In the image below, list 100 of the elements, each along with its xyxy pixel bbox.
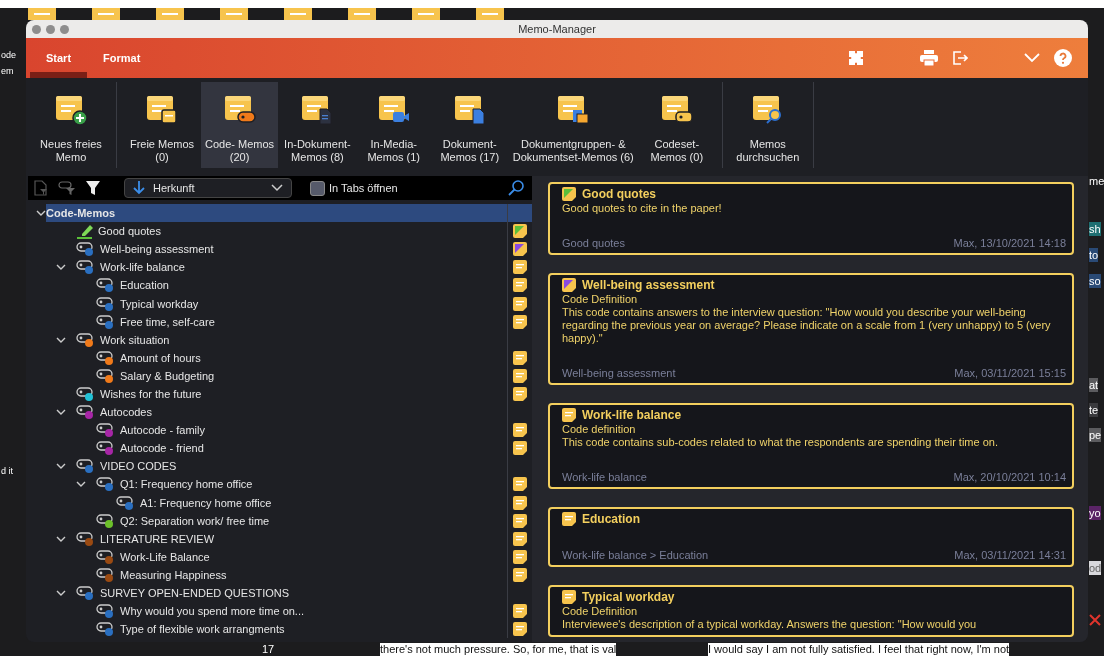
tree-item[interactable]: Wishes for the future [28, 384, 532, 404]
memo-icon[interactable] [562, 590, 576, 604]
tree-item[interactable]: Autocode - friend [28, 439, 532, 458]
memo-card[interactable]: Typical workday Code Definition Interviewee's description of a typical workday. Answers the question: "How would you [548, 585, 1074, 637]
memo-icon[interactable] [513, 495, 527, 510]
ribbon-button[interactable]: In-Dokument- Memos (8) [280, 82, 355, 168]
minimize-button[interactable] [46, 24, 55, 34]
memo-icon[interactable] [562, 408, 576, 422]
memo-icon[interactable] [513, 549, 527, 564]
ribbon-tab[interactable]: Start [30, 38, 88, 78]
line-number: 17 [262, 643, 275, 656]
search-icon[interactable] [508, 180, 524, 196]
ribbon-button[interactable]: Code- Memos (20) [201, 82, 279, 168]
memo-text: This code contains sub-codes related to what the respondents are spending their time on. [562, 436, 999, 449]
tree-item[interactable]: Work-Life Balance [28, 547, 532, 566]
text-fragment: yo [1089, 506, 1101, 520]
memo-icon[interactable] [513, 296, 527, 311]
text-fragment: pe [1089, 428, 1102, 442]
memo-text: Interviewee's description of a typical workday. Answers the question: "How would you [562, 618, 978, 631]
help-icon[interactable] [1054, 49, 1072, 67]
transcript-text: I would say I am not fully satisfied. I feel that right now, I'm not [708, 643, 1010, 656]
memo-text: This code contains answers to the interview question: "How would you describe your well-being regarding the previous year on average? Please indicate on a scale from 1 (very unhappy) to 5 (very happy)." [562, 306, 1052, 345]
ribbon-button[interactable]: Neues freies Memo [34, 82, 108, 168]
checkbox[interactable] [310, 180, 325, 196]
memo-author-date: Max, 20/10/2021 10:14 [953, 471, 1066, 483]
tree-item[interactable]: Q2: Separation work/ free time [28, 511, 532, 530]
tree-item[interactable]: Autocode - family [28, 421, 532, 440]
memo-icon[interactable] [513, 567, 527, 582]
text-fragment: at [1089, 378, 1099, 392]
memo-author-date: Max, 03/11/2021 15:15 [954, 367, 1066, 379]
ribbon-button[interactable]: In-Media- Memos (1) [356, 82, 431, 168]
memo-author-date: Max, 13/10/2021 14:18 [953, 237, 1066, 249]
memo-source: Well-being assessment [562, 367, 676, 379]
memo-title: Typical workday [582, 589, 675, 605]
text-fragment: d it [1, 466, 13, 476]
tree-item[interactable]: A1: Frequency home office [28, 493, 532, 512]
memo-icon[interactable] [562, 278, 576, 292]
memo-subtitle: Code Definition [562, 605, 639, 618]
memo-icon[interactable] [513, 224, 527, 239]
memo-card[interactable] [548, 273, 1074, 385]
tree-item[interactable]: Amount of hours [28, 348, 532, 367]
filter-document-icon[interactable] [34, 180, 48, 196]
memo-icon[interactable] [562, 512, 576, 526]
puzzle-icon[interactable] [848, 50, 864, 66]
export-icon[interactable] [952, 50, 968, 66]
tree-item[interactable]: Salary & Budgeting [28, 366, 532, 385]
zoom-button[interactable] [60, 24, 69, 34]
memo-icon[interactable] [562, 187, 576, 201]
sort-dropdown[interactable]: Herkunft [124, 178, 292, 198]
ribbon-button[interactable]: Dokument- Memos (17) [432, 82, 507, 168]
memo-icon[interactable] [513, 477, 527, 492]
tree-item[interactable]: Education [28, 276, 532, 295]
arrow-down-icon [133, 181, 145, 195]
chevron-down-icon[interactable] [56, 588, 66, 598]
memo-card[interactable]: Work-life balance Code definition This code contains sub-codes related to what the respondents are spending their time on. Work-life balance Max, 20/10/2021 10:14 [548, 403, 1074, 489]
memo-icon[interactable] [513, 387, 527, 401]
tree-item[interactable]: Why would you spend more time on... [28, 602, 532, 621]
memo-icon[interactable] [513, 622, 527, 637]
memo-icon[interactable] [513, 604, 527, 619]
memo-icon[interactable] [513, 278, 527, 293]
text-fragment: od [1089, 561, 1102, 575]
filter-code-icon[interactable] [58, 180, 76, 196]
memo-icon[interactable] [513, 314, 527, 329]
text-fragment: sh [1089, 222, 1101, 236]
tree-item[interactable]: Good quotes [28, 222, 532, 241]
window-title: Memo-Manager [517, 23, 597, 35]
memo-text: Good quotes to cite in the paper! [562, 202, 723, 215]
tree-item[interactable]: LITERATURE REVIEW [28, 529, 532, 548]
memo-icon[interactable] [513, 368, 527, 383]
tree-item[interactable]: Q1: Frequency home office [28, 475, 532, 494]
ribbon-button[interactable]: Dokumentgruppen- & Dokumentset-Memos (6) [508, 82, 638, 168]
memo-icon[interactable] [513, 423, 527, 438]
close-icon[interactable] [1089, 614, 1101, 626]
text-fragment: ode [1, 50, 17, 60]
memo-source: Work-life balance > Education [562, 549, 709, 561]
memo-icon[interactable] [513, 260, 527, 275]
close-button[interactable] [32, 24, 41, 34]
memo-title: Well-being assessment [582, 277, 715, 293]
tree-item[interactable]: Measuring Happiness [28, 565, 532, 584]
ribbon-button[interactable]: Freie Memos (0) [125, 82, 199, 168]
memo-icon[interactable] [513, 441, 527, 456]
filter-icon[interactable] [86, 180, 100, 196]
memo-icon[interactable] [513, 531, 527, 546]
memo-card[interactable]: Good quotes Good quotes to cite in the paper! Good quotes Max, 13/10/2021 14:18 [548, 182, 1074, 255]
memo-card[interactable]: Education Work-life balance > Education Max, 03/11/2021 14:31 [548, 507, 1074, 567]
tree-item[interactable]: Type of flexible work arrangments [28, 620, 532, 639]
text-fragment: te [1089, 403, 1099, 417]
ribbon-button[interactable]: Codeset- Memos (0) [639, 82, 714, 168]
checkbox-label: In Tabs öffnen [329, 182, 398, 194]
ribbon-tab[interactable]: Format [87, 38, 157, 78]
ribbon-button[interactable]: Memos durchsuchen [730, 82, 805, 168]
memo-icon[interactable] [513, 242, 527, 257]
memo-icon[interactable] [513, 350, 527, 365]
tree-item[interactable]: Free time, self-care [28, 312, 532, 331]
tree-item[interactable]: Well-being assessment [28, 240, 532, 259]
tree-item[interactable]: Typical workday [28, 294, 532, 313]
text-fragment: to [1089, 248, 1099, 262]
tree-item[interactable]: Work-life balance [28, 258, 532, 277]
memo-icon[interactable] [513, 513, 527, 528]
printer-icon[interactable] [920, 50, 938, 66]
